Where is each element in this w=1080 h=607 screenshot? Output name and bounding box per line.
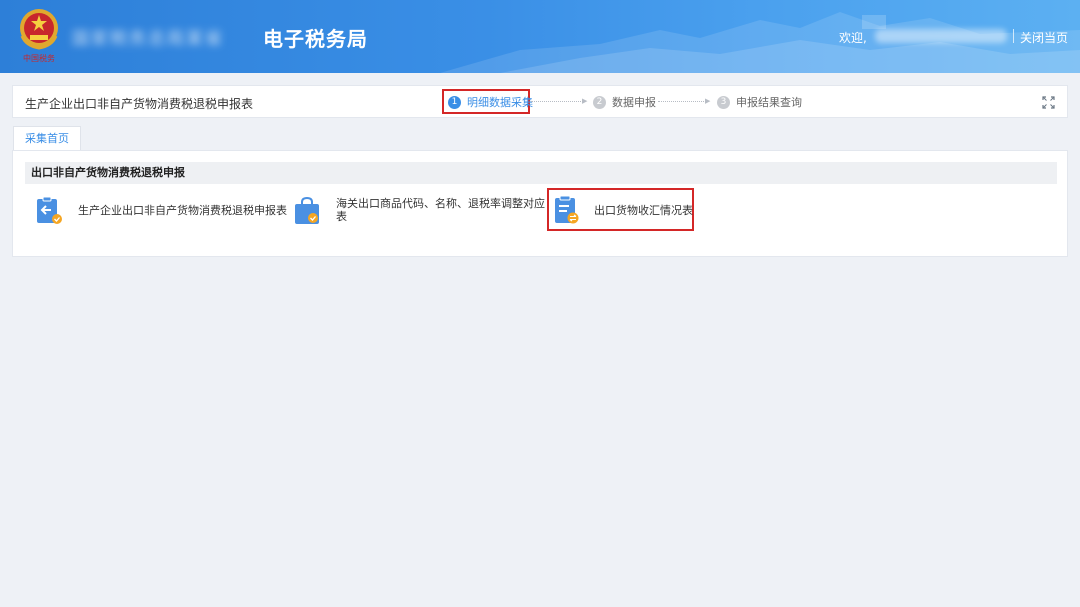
step-label: 数据申报 [612, 96, 656, 109]
shopping-bag-check-icon [295, 196, 319, 224]
item-label: 出口货物收汇情况表 [594, 204, 693, 217]
step-number: 3 [717, 95, 730, 109]
item-export-goods-forex-receipt-table[interactable]: 出口货物收汇情况表 [553, 195, 693, 227]
step-label: 明细数据采集 [467, 96, 533, 109]
collection-panel: 出口非自产货物消费税退税申报 生产企业出口非自产货物消费税退税申报表 海关出口商… [12, 150, 1068, 257]
step-arrow-icon: ▶ [582, 97, 588, 105]
form-return-icon [37, 196, 62, 224]
brand-name-blurred: 国家税务总局某省 [72, 28, 224, 49]
step-arrow-icon: ▶ [705, 97, 711, 105]
item-non-self-produced-refund-form[interactable]: 生产企业出口非自产货物消费税退税申报表 [35, 196, 287, 226]
step-number: 1 [448, 95, 461, 109]
app-title: 电子税务局 [263, 27, 368, 51]
step-connector [658, 101, 706, 102]
section-title: 出口非自产货物消费税退税申报 [25, 162, 1057, 184]
page-title: 生产企业出口非自产货物消费税退税申报表 [25, 97, 254, 111]
tax-bureau-emblem-icon: 中国税务 [20, 9, 58, 63]
tab-collection-home[interactable]: 采集首页 [13, 126, 81, 151]
app-header: 中国税务 国家税务总局某省 电子税务局 欢迎, 关闭当页 [0, 0, 1080, 73]
step-connector [531, 101, 583, 102]
expand-icon[interactable] [1042, 96, 1055, 109]
close-page-link[interactable]: 关闭当页 [1020, 29, 1068, 46]
item-label-line1: 海关出口商品代码、名称、退税率调整对应 [336, 197, 545, 210]
step-label: 申报结果查询 [736, 96, 802, 109]
item-customs-code-adjustment-table[interactable]: 海关出口商品代码、名称、退税率调整对应 表 [293, 196, 545, 226]
step-3-result-query[interactable]: 3 申报结果查询 [717, 94, 802, 110]
step-toolbar: 生产企业出口非自产货物消费税退税申报表 1 明细数据采集 ▶ 2 数据申报 ▶ … [12, 85, 1068, 118]
step-number: 2 [593, 95, 606, 109]
header-divider [1013, 29, 1014, 43]
welcome-text: 欢迎, [839, 31, 867, 45]
step-2-data-declaration[interactable]: 2 数据申报 [593, 94, 656, 110]
item-label: 生产企业出口非自产货物消费税退税申报表 [78, 204, 287, 217]
svg-text:中国税务: 中国税务 [23, 53, 55, 63]
item-label-line2: 表 [336, 210, 347, 223]
step-1-detail-collection[interactable]: 1 明细数据采集 [448, 94, 533, 110]
user-name-blurred [875, 29, 1007, 43]
clipboard-exchange-icon [555, 195, 579, 224]
